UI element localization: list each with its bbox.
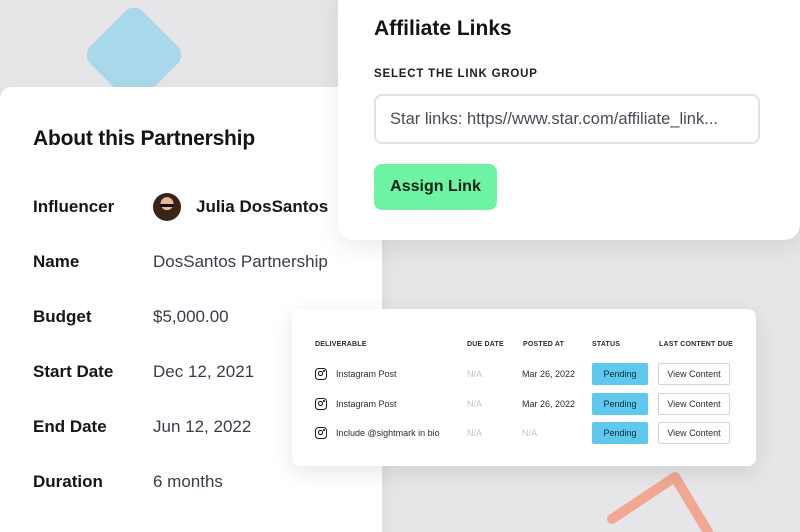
budget-label: Budget [33, 307, 92, 326]
view-content-button[interactable]: View Content [658, 422, 730, 444]
influencer-label: Influencer [33, 197, 115, 216]
assign-link-button[interactable]: Assign Link [374, 164, 497, 210]
end-date-value: Jun 12, 2022 [153, 417, 252, 436]
deliverable-name: Instagram Post [336, 369, 397, 379]
name-value: DosSantos Partnership [153, 252, 328, 271]
partnership-title: About this Partnership [33, 127, 255, 150]
start-date-label: Start Date [33, 362, 114, 381]
table-row: Include @sightmark in bio N/A N/A Pendin… [292, 421, 756, 445]
table-row: Instagram Post N/A Mar 26, 2022 Pending … [292, 362, 756, 386]
instagram-icon [315, 368, 327, 380]
avatar [153, 193, 181, 221]
affiliate-links-card: Affiliate Links SELECT THE LINK GROUP St… [338, 0, 800, 240]
influencer-row: Influencer Julia DosSantos [33, 192, 328, 222]
duration-label: Duration [33, 472, 103, 491]
name-label: Name [33, 252, 80, 271]
end-date-label: End Date [33, 417, 107, 436]
instagram-icon [315, 427, 327, 439]
table-row: Instagram Post N/A Mar 26, 2022 Pending … [292, 392, 756, 416]
duration-row: Duration 6 months [33, 467, 223, 497]
view-content-button[interactable]: View Content [658, 363, 730, 385]
header-status: STATUS [592, 341, 621, 348]
due-date: N/A [467, 369, 483, 379]
header-posted-at: POSTED AT [523, 341, 565, 348]
affiliate-links-title: Affiliate Links [374, 17, 512, 40]
start-date-row: Start Date Dec 12, 2021 [33, 357, 254, 387]
budget-value: $5,000.00 [153, 307, 229, 326]
instagram-icon [315, 398, 327, 410]
posted-at: Mar 26, 2022 [522, 399, 576, 409]
link-group-label: SELECT THE LINK GROUP [374, 68, 538, 80]
deliverables-card: DELIVERABLE DUE DATE POSTED AT STATUS LA… [292, 309, 756, 466]
link-group-select[interactable]: Star links: https//www.star.com/affiliat… [374, 94, 760, 144]
decorative-triangle [607, 472, 713, 532]
budget-row: Budget $5,000.00 [33, 302, 229, 332]
posted-at: Mar 26, 2022 [522, 369, 576, 379]
name-row: Name DosSantos Partnership [33, 247, 328, 277]
status-badge: Pending [592, 422, 648, 444]
header-due-date: DUE DATE [467, 341, 504, 348]
deliverable-name: Instagram Post [336, 399, 397, 409]
end-date-row: End Date Jun 12, 2022 [33, 412, 251, 442]
deliverable-name: Include @sightmark in bio [336, 428, 440, 438]
posted-at: N/A [522, 428, 538, 438]
duration-value: 6 months [153, 472, 223, 491]
view-content-button[interactable]: View Content [658, 393, 730, 415]
influencer-name[interactable]: Julia DosSantos [196, 197, 328, 217]
due-date: N/A [467, 399, 483, 409]
start-date-value: Dec 12, 2021 [153, 362, 255, 381]
status-badge: Pending [592, 393, 648, 415]
due-date: N/A [467, 428, 483, 438]
header-deliverable: DELIVERABLE [315, 341, 367, 348]
status-badge: Pending [592, 363, 648, 385]
header-last-content-due: LAST CONTENT DUE [659, 341, 733, 348]
